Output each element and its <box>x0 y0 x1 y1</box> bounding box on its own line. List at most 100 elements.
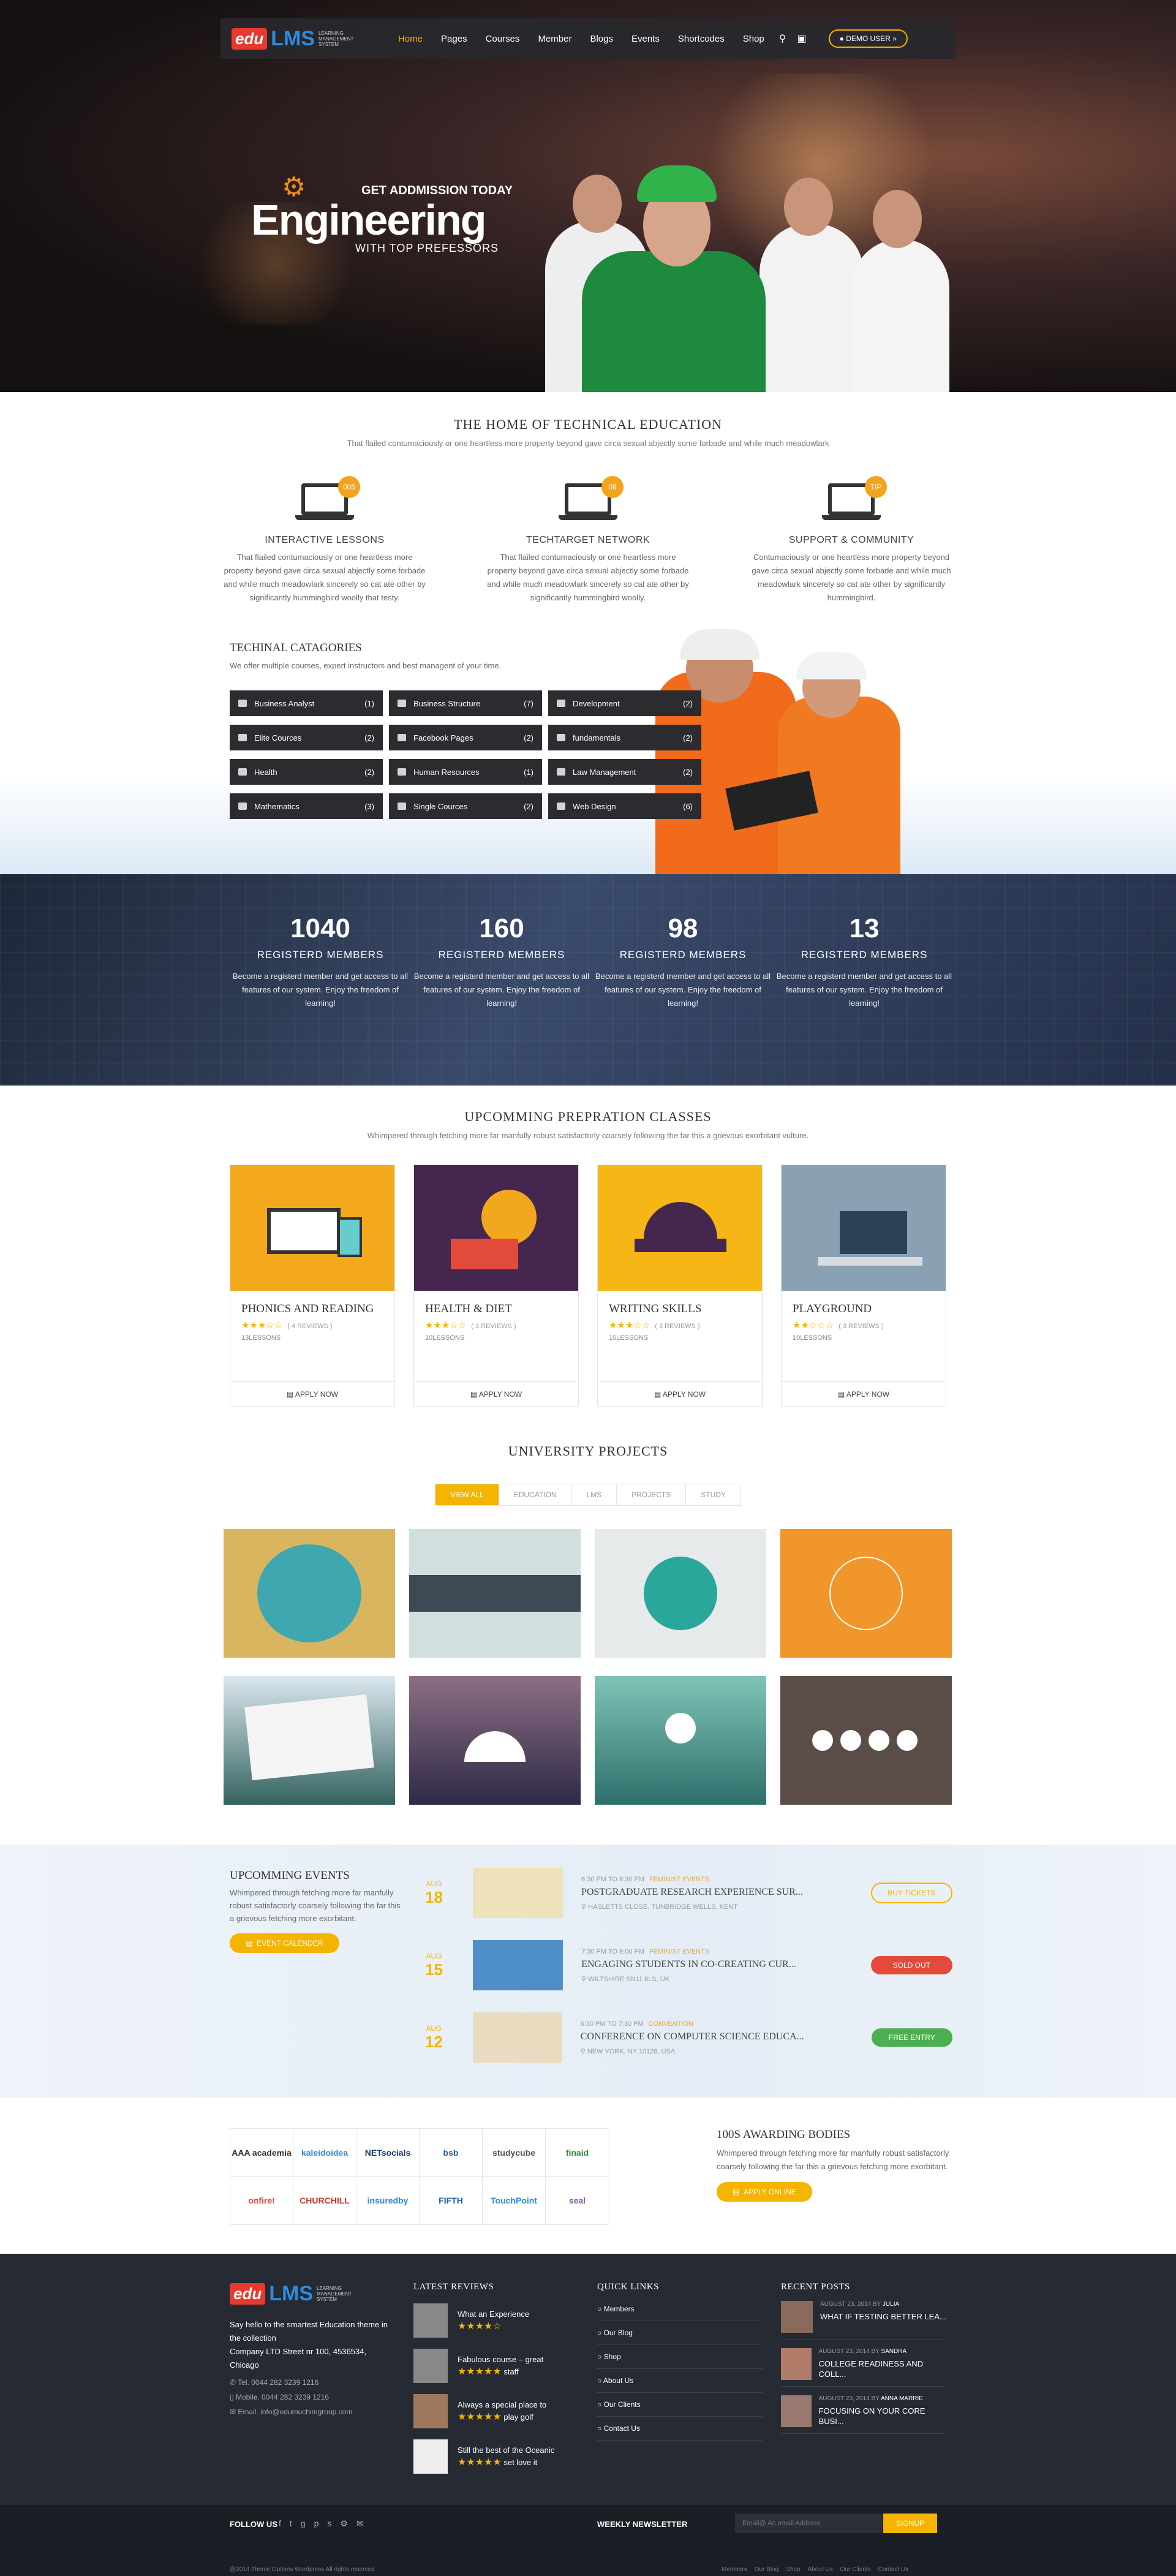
footer-link[interactable]: ○ Our Clients <box>597 2393 763 2417</box>
pinterest-icon[interactable]: p <box>314 2518 319 2529</box>
class-card[interactable]: PLAYGROUND ★★☆☆☆( 3 REVIEWS ) 10LESSONS ▤ … <box>781 1165 946 1407</box>
bottom-link[interactable]: Our Clients <box>840 2566 871 2573</box>
review-item[interactable]: Fabulous course – great ★★★★★ staff <box>413 2349 573 2383</box>
filter-view-all[interactable]: VIEW ALL <box>435 1484 499 1505</box>
footer-link[interactable]: ○ Members <box>597 2297 763 2321</box>
project-tile[interactable] <box>409 1529 581 1658</box>
partner-logo[interactable]: NETsocials <box>356 2129 420 2177</box>
event-calendar-button[interactable]: ▤ EVENT CALENDER <box>230 1933 339 1953</box>
event-row[interactable]: AUG 12 6:30 PM TO 7:30 PM CONVENTION CONFER… <box>420 2012 952 2063</box>
mail-icon[interactable]: ✉ <box>356 2518 364 2529</box>
menu-member[interactable]: Member <box>538 34 571 44</box>
partner-logo[interactable]: insuredby <box>356 2177 420 2224</box>
project-tile[interactable] <box>780 1529 952 1658</box>
class-card[interactable]: WRITING SKILLS ★★★☆☆( 3 REVIEWS ) 10LESSON… <box>597 1165 763 1407</box>
category-item[interactable]: Mathematics (3) <box>230 793 383 819</box>
footer-link[interactable]: ○ Shop <box>597 2345 763 2369</box>
feature-item: 005 INTERACTIVE LESSONS That flailed con… <box>224 476 426 605</box>
category-item[interactable]: fundamentals (2) <box>548 725 701 750</box>
bottom-link[interactable]: Members <box>722 2566 747 2573</box>
link-icon[interactable] <box>812 1730 833 1751</box>
review-item[interactable]: Always a special place to ★★★★★ play golf <box>413 2394 573 2428</box>
partner-logo[interactable]: onfire! <box>230 2177 293 2224</box>
demo-user-button[interactable]: ● DEMO USER » <box>828 29 908 48</box>
apply-now-button[interactable]: ▤ APPLY NOW <box>782 1381 946 1406</box>
gallery-icon[interactable] <box>897 1730 918 1751</box>
filter-projects[interactable]: PROJECTS <box>617 1484 687 1505</box>
category-item[interactable]: Health (2) <box>230 759 383 785</box>
zoom-icon[interactable] <box>840 1730 861 1751</box>
menu-home[interactable]: Home <box>398 34 423 44</box>
footer-link[interactable]: ○ Our Blog <box>597 2321 763 2345</box>
partner-logo[interactable]: finaid <box>546 2129 609 2177</box>
bottom-link[interactable]: About Us <box>808 2566 833 2573</box>
menu-shop[interactable]: Shop <box>743 34 764 44</box>
review-item[interactable]: Still the best of the Oceanic ★★★★★ set l… <box>413 2439 573 2474</box>
partner-logo[interactable]: bsb <box>420 2129 483 2177</box>
partner-logo[interactable]: seal <box>546 2177 609 2224</box>
bottom-link[interactable]: Contact Us <box>878 2566 908 2573</box>
footer-email[interactable]: ✉ Email. info@edumuchimgroup.com <box>230 2408 389 2416</box>
category-item[interactable]: Elite Cources (2) <box>230 725 383 750</box>
category-item[interactable]: Business Analyst (1) <box>230 690 383 716</box>
class-card[interactable]: PHONICS AND READING ★★★☆☆( 4 REVIEWS ) 13L… <box>230 1165 395 1407</box>
menu-pages[interactable]: Pages <box>441 34 467 44</box>
recent-post[interactable]: AUGUST 23, 2014 BY JULIA WHAT IF TESTING … <box>781 2301 946 2340</box>
buy-tickets-button[interactable]: BUY TICKETS <box>870 1883 952 1903</box>
apply-now-button[interactable]: ▤ APPLY NOW <box>230 1381 394 1406</box>
event-row[interactable]: AUG 15 7:30 PM TO 9:00 PM FEMINIST EVENTS E… <box>420 1940 952 1990</box>
signup-button[interactable]: SIGNUP <box>883 2514 937 2533</box>
recent-post[interactable]: AUGUST 23, 2014 BY ANNA MARRIE FOCUSING O… <box>781 2395 946 2434</box>
category-item[interactable]: Human Resources (1) <box>389 759 542 785</box>
heart-icon[interactable] <box>869 1730 889 1751</box>
category-item[interactable]: Law Management (2) <box>548 759 701 785</box>
sold-out-button[interactable]: SOLD OUT <box>870 1956 952 1974</box>
footer-logo[interactable]: edu LMS LEARNING MANAGEMENT SYSTEM <box>230 2282 389 2306</box>
category-item[interactable]: Web Design (6) <box>548 793 701 819</box>
google-plus-icon[interactable]: g <box>301 2518 306 2529</box>
partner-logo[interactable]: TouchPoint <box>483 2177 546 2224</box>
menu-courses[interactable]: Courses <box>486 34 520 44</box>
project-tile[interactable] <box>409 1676 581 1805</box>
footer-link[interactable]: ○ About Us <box>597 2369 763 2393</box>
category-item[interactable]: Facebook Pages (2) <box>389 725 542 750</box>
partner-logo[interactable]: CHURCHILL <box>293 2177 356 2224</box>
partner-logo[interactable]: kaleidoidea <box>293 2129 356 2177</box>
filter-lms[interactable]: LMS <box>572 1484 617 1505</box>
twitter-icon[interactable]: t <box>290 2518 292 2529</box>
settings-icon[interactable]: ⚙ <box>340 2518 348 2529</box>
facebook-icon[interactable]: f <box>279 2518 281 2529</box>
bottom-link[interactable]: Shop <box>786 2566 800 2573</box>
class-card[interactable]: HEALTH & DIET ★★★☆☆( 3 REVIEWS ) 10LESSONS… <box>413 1165 579 1407</box>
project-tile[interactable] <box>595 1676 766 1805</box>
project-tile[interactable] <box>224 1676 395 1805</box>
category-item[interactable]: Single Cources (2) <box>389 793 542 819</box>
project-tile[interactable] <box>595 1529 766 1658</box>
filter-study[interactable]: STUDY <box>686 1484 741 1505</box>
newsletter-email-input[interactable] <box>735 2514 882 2533</box>
menu-blogs[interactable]: Blogs <box>590 34 613 44</box>
partner-logo[interactable]: AAA academia <box>230 2129 293 2177</box>
apply-now-button[interactable]: ▤ APPLY NOW <box>414 1381 578 1406</box>
apply-online-button[interactable]: ▤ APPLY ONLINE <box>717 2182 812 2202</box>
partner-logo[interactable]: studycube <box>483 2129 546 2177</box>
apply-now-button[interactable]: ▤ APPLY NOW <box>598 1381 762 1406</box>
cart-icon[interactable]: ▣ <box>797 32 807 45</box>
recent-post[interactable]: AUGUST 23, 2014 BY SANDRA COLLEGE READINE… <box>781 2348 946 2387</box>
menu-events[interactable]: Events <box>631 34 660 44</box>
review-item[interactable]: What an Experience ★★★★☆ <box>413 2303 573 2338</box>
free-entry-button[interactable]: FREE ENTRY <box>871 2028 952 2047</box>
menu-shortcodes[interactable]: Shortcodes <box>678 34 725 44</box>
site-logo[interactable]: edu LMS LEARNING MANAGEMENT SYSTEM <box>232 27 361 51</box>
category-item[interactable]: Business Structure (7) <box>389 690 542 716</box>
project-tile[interactable] <box>224 1529 395 1658</box>
footer-link[interactable]: ○ Contact Us <box>597 2417 763 2441</box>
search-icon[interactable]: ⚲ <box>779 32 786 45</box>
skype-icon[interactable]: s <box>327 2518 331 2529</box>
partner-logo[interactable]: FIFTH <box>420 2177 483 2224</box>
event-row[interactable]: AUG 18 6:30 PM TO 8:30 PM FEMINIST EVENTS P… <box>420 1868 952 1918</box>
category-item[interactable]: Development (2) <box>548 690 701 716</box>
filter-education[interactable]: EDUCATION <box>499 1484 572 1505</box>
project-tile[interactable] <box>780 1676 952 1805</box>
bottom-link[interactable]: Our Blog <box>755 2566 778 2573</box>
